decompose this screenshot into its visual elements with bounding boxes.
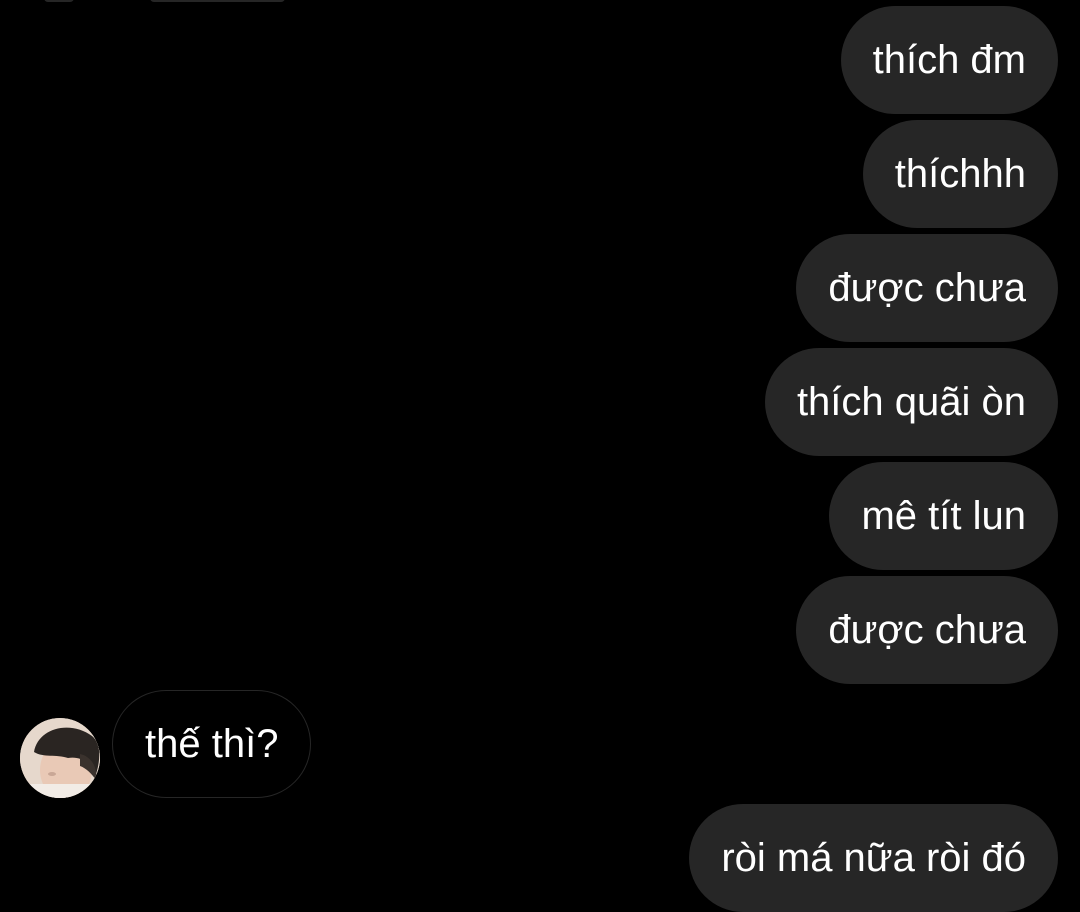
message-text: được chưa (828, 608, 1026, 652)
incoming-message-bubble[interactable]: thế thì? (112, 690, 312, 798)
message-text: thích đm (872, 38, 1026, 82)
sender-avatar[interactable] (20, 718, 100, 798)
outgoing-message-bubble[interactable]: mê tít lun (829, 462, 1058, 570)
outgoing-message-bubble[interactable]: thích quãi òn (764, 348, 1058, 456)
message-text: ròi má nữa ròi đó (721, 836, 1026, 880)
profile-photo-icon (20, 718, 100, 798)
previous-message-fragment (150, 0, 285, 2)
outgoing-message-bubble[interactable]: được chưa (796, 234, 1058, 342)
previous-message-fragment (44, 0, 74, 2)
outgoing-message-bubble[interactable]: được chưa (796, 576, 1058, 684)
outgoing-message-bubble[interactable]: ròi má nữa ròi đó (689, 804, 1058, 912)
message-text: thích quãi òn (796, 380, 1026, 424)
outgoing-message-bubble[interactable]: thích đm (840, 6, 1058, 114)
message-text: thíchhh (894, 152, 1026, 196)
outgoing-message-bubble[interactable]: thíchhh (862, 120, 1058, 228)
message-text: được chưa (828, 266, 1026, 310)
message-text: mê tít lun (861, 494, 1026, 538)
message-text: thế thì? (145, 722, 279, 766)
